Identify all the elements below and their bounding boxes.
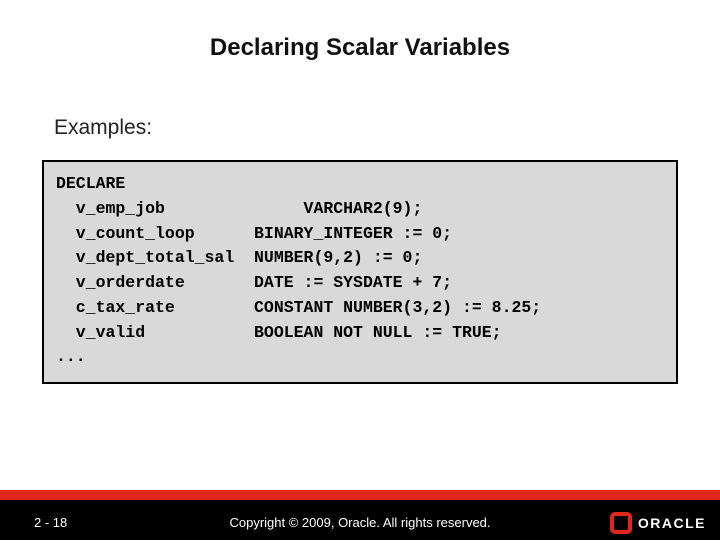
slide: Declaring Scalar Variables Examples: DEC… xyxy=(0,0,720,540)
oracle-logo: ORACLE xyxy=(610,512,706,534)
examples-label: Examples: xyxy=(54,116,152,140)
footer-bar: 2 - 18 Copyright © 2009, Oracle. All rig… xyxy=(0,500,720,540)
code-block: DECLARE v_emp_job VARCHAR2(9); v_count_l… xyxy=(42,160,678,384)
code-line: ... xyxy=(56,347,86,366)
oracle-o-icon xyxy=(610,512,632,534)
slide-title: Declaring Scalar Variables xyxy=(0,34,720,62)
code-line: v_count_loop BINARY_INTEGER := 0; xyxy=(56,224,452,243)
code-line: v_dept_total_sal NUMBER(9,2) := 0; xyxy=(56,248,422,267)
code-line: v_emp_job VARCHAR2(9); xyxy=(56,199,422,218)
code-line: v_orderdate DATE := SYSDATE + 7; xyxy=(56,273,452,292)
accent-bar xyxy=(0,490,720,500)
code-line: c_tax_rate CONSTANT NUMBER(3,2) := 8.25; xyxy=(56,298,541,317)
oracle-wordmark: ORACLE xyxy=(638,515,706,531)
code-line: v_valid BOOLEAN NOT NULL := TRUE; xyxy=(56,323,502,342)
code-line: DECLARE xyxy=(56,174,125,193)
